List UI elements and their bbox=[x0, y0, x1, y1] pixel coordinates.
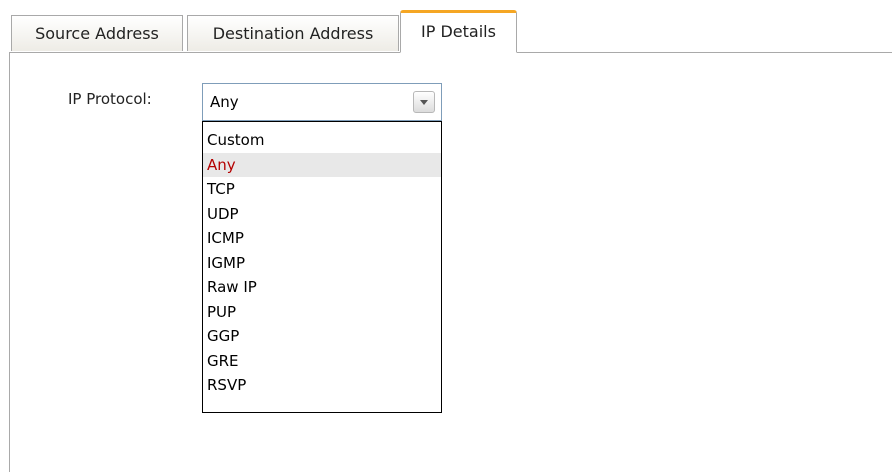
tab-source-address[interactable]: Source Address bbox=[11, 15, 183, 51]
ip-details-panel bbox=[9, 52, 892, 472]
option-pup[interactable]: PUP bbox=[203, 300, 441, 325]
option-rsvp[interactable]: RSVP bbox=[203, 373, 441, 398]
option-custom[interactable]: Custom bbox=[203, 128, 441, 153]
ip-protocol-dropdown-list: Custom Any TCP UDP ICMP IGMP Raw IP PUP … bbox=[202, 121, 442, 413]
tab-destination-address[interactable]: Destination Address bbox=[187, 15, 399, 51]
option-raw-ip[interactable]: Raw IP bbox=[203, 275, 441, 300]
option-ggp[interactable]: GGP bbox=[203, 324, 441, 349]
chevron-down-icon bbox=[420, 100, 428, 105]
option-igmp[interactable]: IGMP bbox=[203, 251, 441, 276]
ip-protocol-select[interactable]: Any bbox=[202, 83, 442, 121]
option-gre[interactable]: GRE bbox=[203, 349, 441, 374]
option-tcp[interactable]: TCP bbox=[203, 177, 441, 202]
option-udp[interactable]: UDP bbox=[203, 202, 441, 227]
tab-ip-details[interactable]: IP Details bbox=[400, 10, 517, 53]
dropdown-toggle-button[interactable] bbox=[413, 91, 435, 113]
ip-protocol-label: IP Protocol: bbox=[68, 90, 152, 108]
option-icmp[interactable]: ICMP bbox=[203, 226, 441, 251]
tab-strip: Source Address Destination Address IP De… bbox=[0, 0, 892, 53]
option-any[interactable]: Any bbox=[203, 152, 441, 177]
ip-protocol-selected-value: Any bbox=[210, 93, 239, 111]
